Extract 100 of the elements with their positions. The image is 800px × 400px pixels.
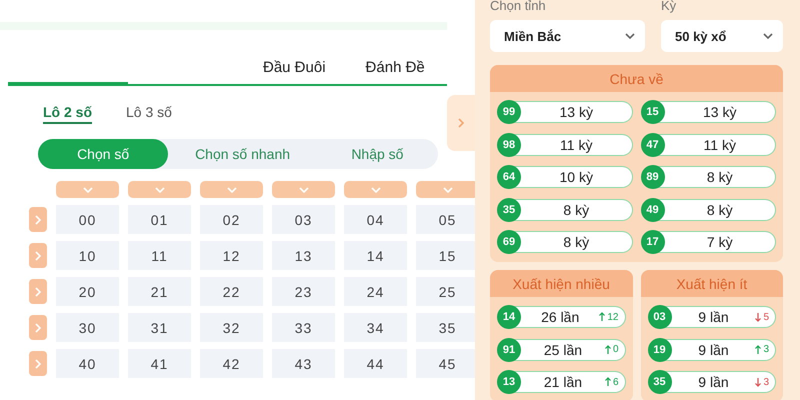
column-select-button[interactable] (56, 181, 119, 198)
tab[interactable]: Lô 2 số (43, 104, 92, 124)
chevron-down-icon (226, 184, 236, 194)
chevron-down-icon (82, 184, 92, 194)
mode-option[interactable]: Chọn số nhanh (168, 139, 317, 169)
tab[interactable]: Đánh Đề (366, 59, 425, 84)
chevron-down-icon (625, 31, 635, 41)
row-select-button[interactable] (29, 207, 47, 232)
number-ball: 69 (497, 230, 521, 254)
change-value: 3 (763, 344, 769, 355)
number-ball: 47 (640, 132, 664, 156)
card-title: Chưa về (490, 65, 783, 92)
field-label: Kỳ (661, 0, 678, 15)
number-cell[interactable]: 11 (128, 241, 191, 270)
count-text: 8 kỳ (562, 202, 590, 218)
count-text: 11 kỳ (559, 136, 594, 152)
column-select-button[interactable] (200, 181, 263, 198)
count-text: 7 kỳ (706, 234, 734, 250)
count-text: 9 lần (697, 309, 730, 325)
count-text: 8 kỳ (706, 169, 734, 185)
number-cell[interactable]: 22 (200, 277, 263, 306)
row-select-button[interactable] (29, 315, 47, 340)
chevron-right-icon (33, 358, 43, 368)
expand-handle[interactable] (447, 95, 475, 151)
count-text: 11 kỳ (702, 136, 737, 152)
row-select-button[interactable] (29, 243, 47, 268)
change-value: 0 (612, 344, 618, 355)
field-label: Chọn tỉnh (490, 0, 547, 15)
count-text: 26 lần (540, 309, 580, 325)
number-cell[interactable]: 04 (344, 205, 407, 234)
number-ball: 03 (648, 305, 672, 329)
mode-option[interactable]: Nhập số (316, 139, 438, 169)
number-cell[interactable]: 43 (272, 349, 335, 378)
change-value: 3 (763, 376, 769, 388)
number-cell[interactable]: 01 (128, 205, 191, 234)
tab[interactable]: Đầu Đuôi (263, 59, 326, 84)
number-ball: 89 (640, 165, 664, 189)
chevron-down-icon (763, 31, 773, 41)
number-ball: 15 (640, 100, 664, 124)
number-cell[interactable]: 41 (128, 349, 191, 378)
number-cell[interactable]: 03 (272, 205, 335, 234)
chevron-right-icon (456, 118, 466, 128)
count-text: 13 kỳ (558, 104, 594, 120)
tab[interactable]: Lô 3 số (126, 104, 172, 124)
card-title: Xuất hiện ít (640, 270, 783, 297)
number-ball: 13 (497, 370, 521, 394)
column-select-button[interactable] (128, 181, 191, 198)
card-title: Xuất hiện nhiều (490, 270, 632, 297)
count-text: 21 lần (542, 374, 584, 390)
number-ball: 64 (497, 165, 521, 189)
number-cell[interactable]: 31 (128, 313, 191, 342)
number-cell[interactable]: 24 (344, 277, 407, 306)
number-ball: 98 (497, 132, 521, 156)
number-cell[interactable]: 32 (200, 313, 263, 342)
dropdown[interactable]: Miền Bắc (490, 20, 645, 52)
number-cell[interactable]: 34 (344, 313, 407, 342)
chevron-right-icon (33, 214, 43, 224)
number-cell[interactable]: 13 (272, 241, 335, 270)
number-ball: 49 (640, 198, 664, 222)
number-cell[interactable]: 44 (344, 349, 407, 378)
number-ball: 99 (497, 100, 521, 124)
number-ball: 14 (497, 305, 521, 329)
chevron-down-icon (154, 184, 164, 194)
number-ball: 35 (497, 198, 521, 222)
number-cell[interactable]: 20 (56, 277, 119, 306)
number-ball: 17 (640, 230, 664, 254)
number-cell[interactable]: 00 (56, 205, 119, 234)
number-ball: 19 (648, 338, 672, 362)
chevron-right-icon (33, 322, 43, 332)
number-cell[interactable]: 10 (56, 241, 119, 270)
number-cell[interactable]: 12 (200, 241, 263, 270)
number-cell[interactable]: 40 (56, 349, 119, 378)
count-text: 8 kỳ (562, 234, 590, 250)
number-cell[interactable]: 14 (344, 241, 407, 270)
number-cell[interactable]: 23 (272, 277, 335, 306)
count-text: 13 kỳ (702, 104, 738, 120)
number-ball: 91 (497, 338, 521, 362)
number-cell[interactable]: 33 (272, 313, 335, 342)
column-select-button[interactable] (344, 181, 407, 198)
chevron-down-icon (442, 184, 452, 194)
count-text: 25 lần (542, 342, 584, 358)
count-text: 9 lần (697, 374, 730, 390)
chevron-down-icon (370, 184, 380, 194)
change-value: 12 (607, 312, 618, 322)
row-select-button[interactable] (29, 279, 47, 304)
number-cell[interactable]: 21 (128, 277, 191, 306)
count-text: 10 kỳ (558, 169, 594, 185)
column-select-button[interactable] (272, 181, 335, 198)
count-text: 8 kỳ (706, 202, 734, 218)
change-value: 5 (763, 312, 769, 322)
number-cell[interactable]: 30 (56, 313, 119, 342)
count-text: 9 lần (697, 342, 730, 358)
change-value: 6 (612, 376, 618, 388)
row-select-button[interactable] (29, 351, 47, 376)
chevron-down-icon (298, 184, 308, 194)
chevron-right-icon (33, 250, 43, 260)
number-cell[interactable]: 02 (200, 205, 263, 234)
dropdown[interactable]: 50 kỳ xổ (661, 20, 783, 52)
number-cell[interactable]: 42 (200, 349, 263, 378)
chevron-right-icon (33, 286, 43, 296)
